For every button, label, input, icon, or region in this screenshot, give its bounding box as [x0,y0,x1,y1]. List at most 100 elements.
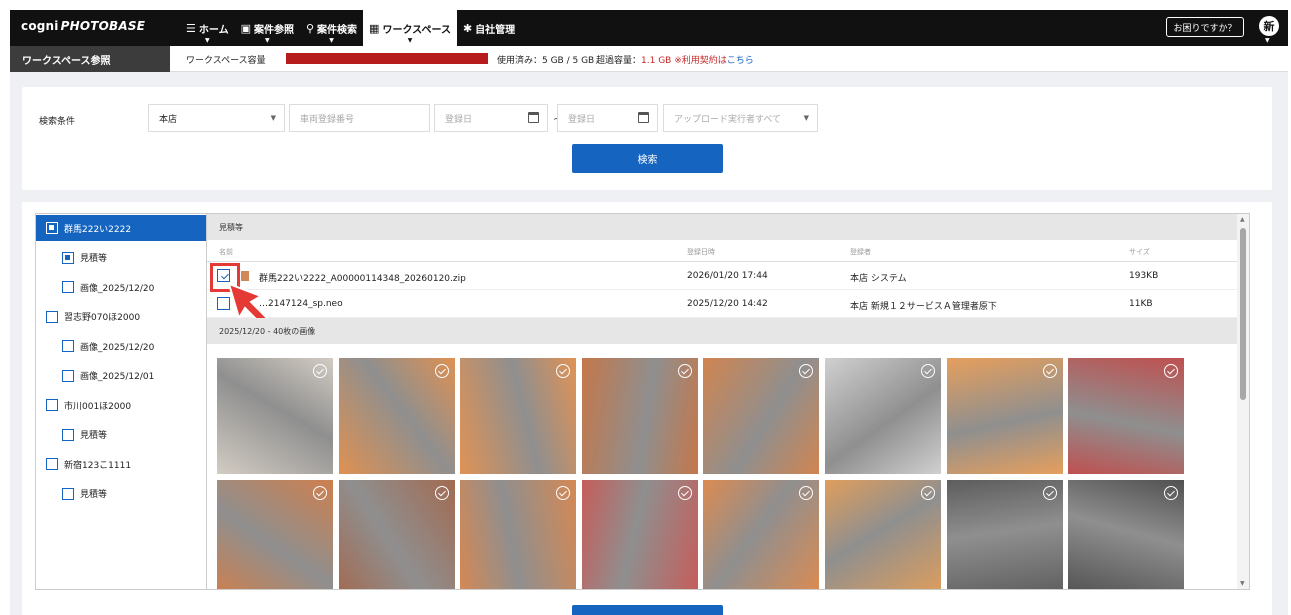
nav-item-list[interactable]: ☰ ホーム ▼ [180,10,235,46]
image-thumbnail[interactable] [1068,358,1185,474]
image-thumbnail[interactable] [217,358,333,474]
image-thumbnail[interactable] [825,480,941,589]
app-window: cogni PHOTOBASE ☰ ホーム ▼ ▣ 案件参照 ▼ ⚲ 案件検索 ▼ ▦ ワークスペース… [10,10,1288,615]
tree-checkbox[interactable] [62,428,74,441]
column-user[interactable]: 登録者 [850,247,871,257]
chevron-down-icon: ▼ [329,37,334,44]
action-button[interactable] [572,605,723,615]
chevron-down-icon: ▼ [204,37,210,44]
contract-link[interactable]: こちら [727,56,754,66]
tree-checkbox[interactable] [62,487,74,500]
select-check-icon[interactable] [677,364,692,378]
tree-checkbox[interactable] [46,222,58,234]
select-check-icon[interactable] [313,486,327,500]
nav-item-label: ワークスペース [382,24,451,36]
image-thumbnail[interactable] [581,480,698,589]
tree-item[interactable]: 見積等 [36,422,107,448]
date-from-input[interactable]: 登録日 [434,104,548,132]
scroll-thumb[interactable] [1240,228,1246,400]
nav-item-monitor[interactable]: ▣ 案件参照 ▼ [235,10,300,46]
calendar-icon[interactable] [528,112,539,123]
image-thumbnail[interactable] [217,480,333,589]
image-thumbnail[interactable] [703,480,820,589]
image-thumbnail[interactable] [338,480,455,589]
uploader-select[interactable]: アップロード実行者すべて ▼ [663,104,818,132]
zip-file-icon [241,271,249,281]
file-row[interactable]: 群馬222い2222_A00000114348_20260120.zip 202… [207,262,1249,292]
workspace-capacity-bar: ワークスペース参照 ワークスペース容量 使用済み：5 GB / 5 GB 超過容… [10,46,1288,72]
select-check-icon[interactable] [434,486,449,500]
workspace-icon: ▦ [369,21,380,35]
capacity-label: ワークスペース容量 [186,56,266,66]
image-thumbnail[interactable] [946,480,1063,589]
image-thumbnail[interactable] [946,358,1063,474]
user-avatar[interactable]: 新 [1259,16,1279,36]
tree-item-label: 習志野070ほ2000 [64,313,141,323]
scroll-up-icon[interactable]: ▲ [1240,216,1245,223]
select-check-icon[interactable] [313,364,327,378]
search-panel: 検索条件 本店▼ 車両登録番号 登録日 ~ 登録日 アップロード実行者すべて▼ … [22,87,1272,190]
nav-item-search[interactable]: ⚲ 案件検索 ▼ [300,10,363,46]
tree-item[interactable]: 見積等 [36,245,107,271]
workspace-main-panel: 群馬222い2222 見積等 画像_2025/12/20 習志野070ほ2000 画像_… [22,202,1272,615]
tree-item[interactable]: 新宿123こ1111 [36,451,131,477]
tree-item[interactable]: 習志野070ほ2000 [36,304,140,330]
tree-item-label: 見積等 [80,254,108,264]
select-check-icon[interactable] [921,364,935,378]
capacity-used-text: 使用済み：5 GB / 5 GB [497,56,595,66]
tree-checkbox[interactable] [62,281,74,293]
tree-item[interactable]: 画像_2025/12/01 [36,363,154,389]
tree-item[interactable]: 群馬222い2222 [36,215,206,241]
calendar-icon[interactable] [638,112,649,123]
file-name[interactable]: 群馬222い2222_A00000114348_20260120.zip [259,271,466,284]
file-table-header: 名前 登録日時 登録者 サイズ [207,240,1249,262]
app-logo[interactable]: cogni PHOTOBASE [21,19,145,33]
nav-item-workspace[interactable]: ▦ ワークスペース ▼ [363,10,457,46]
tree-item-label: 市川001ほ2000 [64,401,132,412]
image-thumbnail[interactable] [1068,480,1185,589]
tree-checkbox[interactable] [46,458,58,470]
tree-item-label: 画像_2025/12/20 [80,342,155,353]
tree-item[interactable]: 見積等 [36,481,107,507]
search-button[interactable]: 検索 [572,144,723,173]
select-check-icon[interactable] [921,486,935,500]
search-icon: ⚲ [305,21,315,35]
store-select[interactable]: 本店 ▼ [148,104,285,132]
date-to-input[interactable]: 登録日 [557,104,658,132]
tree-item[interactable]: 市川001ほ2000 [36,392,131,418]
tree-checkbox[interactable] [46,310,58,323]
select-check-icon[interactable] [1042,486,1057,500]
select-check-icon[interactable] [434,364,449,378]
tree-checkbox[interactable] [62,369,74,382]
image-thumbnail[interactable] [703,358,820,474]
image-thumbnail[interactable] [825,358,941,474]
image-thumbnail[interactable] [338,358,455,474]
page-title: ワークスペース参照 [10,46,170,72]
image-thumbnail[interactable] [460,480,577,589]
main-nav: ☰ ホーム ▼ ▣ 案件参照 ▼ ⚲ 案件検索 ▼ ▦ ワークスペース ▼ ✱ 自社管理 [180,10,521,46]
plate-number-input[interactable]: 車両登録番号 [289,104,430,132]
column-size[interactable]: サイズ [1129,247,1150,257]
column-name[interactable]: 名前 [219,247,233,257]
capacity-meter [286,53,488,64]
scroll-down-icon[interactable]: ▼ [1240,580,1245,587]
image-thumbnail[interactable] [581,358,698,474]
nav-item-label: 自社管理 [475,24,516,36]
tree-item-label: 新宿123こ1111 [64,460,132,471]
nav-item-gear[interactable]: ✱ 自社管理 [457,10,521,46]
tree-item-label: 群馬222い2222 [64,224,132,235]
tree-item[interactable]: 画像_2025/12/20 [36,274,154,300]
tree-checkbox[interactable] [62,251,74,264]
select-check-icon[interactable] [677,486,692,500]
file-row[interactable]: …2147124_sp.neo 2025/12/20 14:42 本店 新規１２… [207,290,1249,318]
column-date[interactable]: 登録日時 [687,247,715,257]
image-thumbnail[interactable] [460,358,577,474]
scrollbar[interactable]: ▲ ▼ [1237,214,1249,589]
help-button[interactable]: お困りですか？ [1166,17,1244,37]
tree-item-label: 画像_2025/12/01 [80,372,155,382]
tree-checkbox[interactable] [46,399,58,411]
tree-checkbox[interactable] [62,340,74,352]
select-check-icon[interactable] [1042,364,1057,378]
tree-item[interactable]: 画像_2025/12/20 [36,333,154,359]
tree-item-label: 画像_2025/12/20 [80,283,155,294]
